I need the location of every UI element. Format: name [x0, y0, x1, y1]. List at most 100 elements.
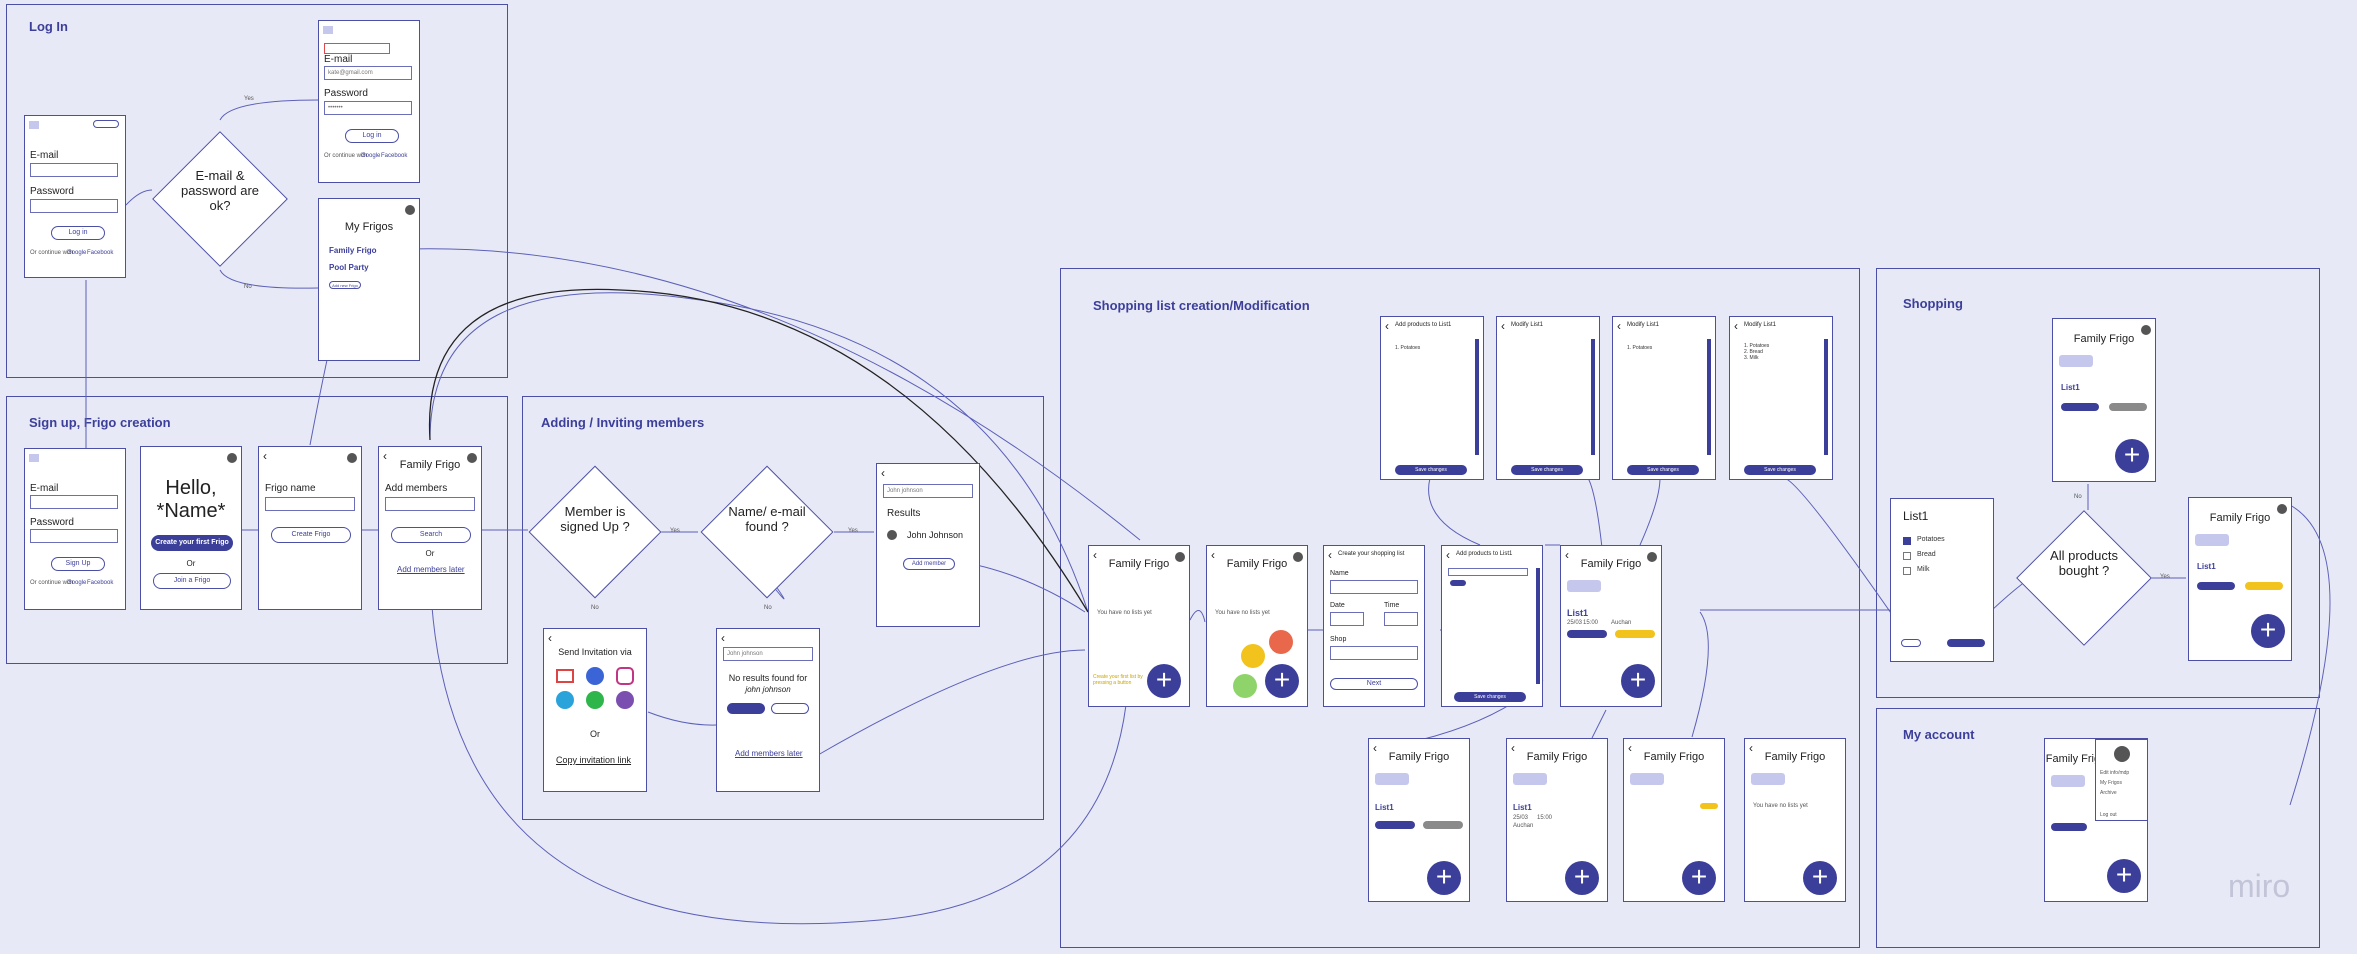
- back-icon[interactable]: ‹: [1734, 319, 1738, 333]
- login-button[interactable]: Log in: [51, 226, 105, 240]
- back-icon[interactable]: ‹: [1328, 548, 1332, 562]
- join-frigo-button[interactable]: Join a Frigo: [153, 573, 231, 589]
- back-icon[interactable]: ‹: [1617, 319, 1621, 333]
- list-title[interactable]: List1: [2197, 562, 2216, 571]
- add-list-fab[interactable]: +: [1565, 861, 1599, 895]
- back-icon[interactable]: ‹: [548, 631, 552, 645]
- add-list-fab[interactable]: +: [1427, 861, 1461, 895]
- back-icon[interactable]: ‹: [263, 449, 267, 463]
- checkbox-checked[interactable]: [1903, 537, 1911, 545]
- start-shopping-button[interactable]: [1615, 630, 1655, 638]
- back-icon[interactable]: ‹: [721, 631, 725, 645]
- add-list-fab[interactable]: +: [1803, 861, 1837, 895]
- avatar[interactable]: [347, 453, 357, 463]
- instagram-icon[interactable]: [616, 667, 634, 685]
- scrollbar[interactable]: [1536, 568, 1540, 684]
- start-shopping-button[interactable]: [1423, 821, 1463, 829]
- facebook-icon[interactable]: [586, 667, 604, 685]
- save-button[interactable]: Save changes: [1744, 465, 1816, 475]
- save-button[interactable]: Save changes: [1454, 692, 1526, 702]
- add-items-button[interactable]: [2197, 582, 2235, 590]
- search-field[interactable]: John johnson: [723, 647, 813, 661]
- back-icon[interactable]: ‹: [1385, 319, 1389, 333]
- cancel-button[interactable]: [1901, 639, 1921, 647]
- shop-field[interactable]: [1330, 646, 1418, 660]
- create-frigo-button[interactable]: Create your first Frigo: [151, 535, 233, 551]
- avatar[interactable]: [405, 205, 415, 215]
- menu-item[interactable]: Archive: [2100, 790, 2117, 796]
- telegram-icon[interactable]: [556, 691, 574, 709]
- option-bubble[interactable]: [1233, 674, 1257, 698]
- scrollbar[interactable]: [1475, 339, 1479, 455]
- frigo-item[interactable]: Pool Party: [329, 263, 369, 272]
- whatsapp-icon[interactable]: [586, 691, 604, 709]
- google-link[interactable]: Google: [67, 250, 86, 256]
- scrollbar[interactable]: [1824, 339, 1828, 455]
- menu-item[interactable]: My Frigos: [2100, 780, 2122, 786]
- email-field[interactable]: [30, 495, 118, 509]
- save-button[interactable]: Save changes: [1511, 465, 1583, 475]
- signup-button[interactable]: Sign Up: [51, 557, 105, 571]
- list-item[interactable]: 1. Potatoes: [1395, 345, 1420, 351]
- add-list-fab[interactable]: +: [2115, 439, 2149, 473]
- option-bubble[interactable]: [1241, 644, 1265, 668]
- member-search-field[interactable]: [385, 497, 475, 511]
- menu-item[interactable]: Edit info/mdp: [2100, 770, 2129, 776]
- list-item[interactable]: 1. Potatoes: [1627, 345, 1652, 351]
- checkbox[interactable]: [1903, 567, 1911, 575]
- add-product-button[interactable]: [1450, 580, 1466, 586]
- gmail-icon[interactable]: [556, 669, 574, 683]
- add-member-button[interactable]: Add member: [903, 558, 955, 570]
- create-frigo-button[interactable]: Create Frigo: [271, 527, 351, 543]
- lang-button[interactable]: [93, 120, 119, 128]
- date-field[interactable]: [1330, 612, 1364, 626]
- add-list-fab[interactable]: +: [2107, 859, 2141, 893]
- option-bubble[interactable]: [1269, 630, 1293, 654]
- add-list-fab[interactable]: +: [1265, 664, 1299, 698]
- start-shopping-button[interactable]: [2245, 582, 2283, 590]
- google-link[interactable]: Google: [67, 580, 86, 586]
- email-field[interactable]: kate@gmail.com: [324, 66, 412, 80]
- email-field[interactable]: [30, 163, 118, 177]
- back-icon[interactable]: ‹: [881, 466, 885, 480]
- add-items-button[interactable]: [1567, 630, 1607, 638]
- product-field[interactable]: [1448, 568, 1528, 576]
- facebook-link[interactable]: Facebook: [381, 153, 407, 159]
- frigo-item[interactable]: Family Frigo: [329, 246, 377, 255]
- add-list-fab[interactable]: +: [2251, 614, 2285, 648]
- google-link[interactable]: Google: [361, 153, 380, 159]
- time-field[interactable]: [1384, 612, 1418, 626]
- copy-link[interactable]: Copy invitation link: [556, 755, 631, 765]
- frigo-name-field[interactable]: [265, 497, 355, 511]
- add-items-button[interactable]: [2061, 403, 2099, 411]
- name-field[interactable]: [1330, 580, 1418, 594]
- back-icon[interactable]: ‹: [1446, 548, 1450, 562]
- next-button[interactable]: Next: [1330, 678, 1418, 690]
- add-list-fab[interactable]: +: [1147, 664, 1181, 698]
- search-field[interactable]: John johnson: [883, 484, 973, 498]
- password-field[interactable]: [30, 199, 118, 213]
- back-icon[interactable]: ‹: [1501, 319, 1505, 333]
- add-list-fab[interactable]: +: [1682, 861, 1716, 895]
- menu-item[interactable]: Log out: [2100, 812, 2117, 818]
- save-button[interactable]: Save changes: [1627, 465, 1699, 475]
- login-button[interactable]: Log in: [345, 129, 399, 143]
- add-later-link[interactable]: Add members later: [735, 749, 803, 758]
- list-title[interactable]: List1: [1513, 803, 1532, 812]
- scrollbar[interactable]: [1591, 339, 1595, 455]
- modify-search-button[interactable]: [727, 703, 765, 714]
- list-title[interactable]: List1: [1567, 608, 1588, 618]
- send-invite-button[interactable]: [771, 703, 809, 714]
- add-later-link[interactable]: Add members later: [397, 565, 465, 574]
- search-button[interactable]: Search: [391, 527, 471, 543]
- save-button[interactable]: Save changes: [1395, 465, 1467, 475]
- finish-shopping-button[interactable]: [1947, 639, 1985, 647]
- password-field[interactable]: [30, 529, 118, 543]
- list-title[interactable]: List1: [1375, 803, 1394, 812]
- start-shopping-button[interactable]: [2109, 403, 2147, 411]
- list-item[interactable]: 3. Milk: [1744, 355, 1758, 361]
- password-field[interactable]: •••••••: [324, 101, 412, 115]
- checkbox[interactable]: [1903, 552, 1911, 560]
- scrollbar[interactable]: [1707, 339, 1711, 455]
- avatar[interactable]: [227, 453, 237, 463]
